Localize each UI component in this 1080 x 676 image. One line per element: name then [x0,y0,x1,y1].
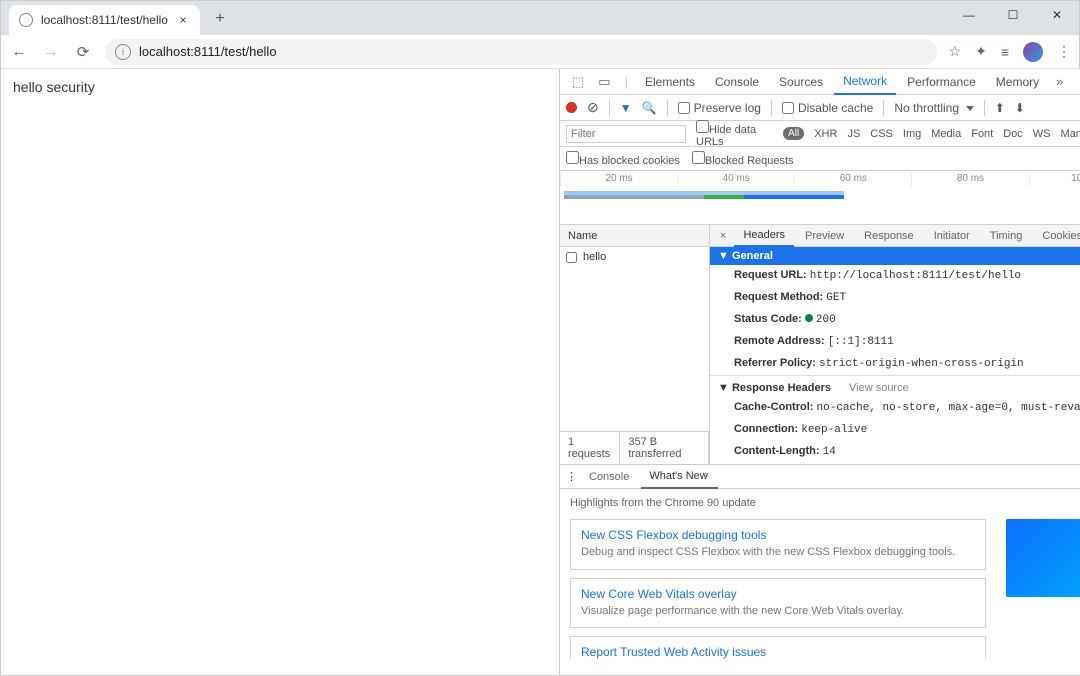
devtools-panel: ⬚ ▭ | Elements Console Sources Network P… [559,69,1080,675]
address-bar: ← → ⟳ i localhost:8111/test/hello ☆ ✦ ≡ … [1,35,1079,69]
general-section[interactable]: ▼ General [710,247,1080,265]
detail-tab-initiator[interactable]: Initiator [925,225,979,247]
response-headers-section[interactable]: ▼ Response HeadersView source [710,375,1080,397]
request-row[interactable]: hello [560,247,709,267]
tab-memory[interactable]: Memory [987,69,1048,95]
page-content: hello security [1,69,559,675]
extensions-icon[interactable]: ✦ [975,43,987,60]
maximize-button[interactable]: ☐ [991,1,1035,29]
news-card[interactable]: New CSS Flexbox debugging tools Debug an… [570,519,986,569]
tab-performance[interactable]: Performance [898,69,985,95]
tab-network[interactable]: Network [834,69,896,95]
search-icon[interactable]: 🔍 [642,101,657,115]
forward-button[interactable]: → [41,43,61,60]
device-icon[interactable]: ▭ [592,74,616,90]
reading-list-icon[interactable]: ≡ [1001,44,1009,60]
page-text: hello security [13,79,95,95]
menu-icon[interactable]: ⋮ [1057,43,1071,60]
reload-button[interactable]: ⟳ [73,43,93,61]
filter-icon[interactable]: ▼ [620,101,632,115]
close-tab-icon[interactable]: × [176,13,190,27]
detail-tab-preview[interactable]: Preview [796,225,853,247]
highlights-title: Highlights from the Chrome 90 update [570,497,1080,509]
upload-har-icon[interactable]: ⬆ [995,101,1005,115]
star-icon[interactable]: ☆ [949,43,962,60]
tab-sources[interactable]: Sources [770,69,832,95]
status-dot-icon [805,314,813,322]
filter-media[interactable]: Media [931,128,961,140]
filter-bar: Hide data URLs All XHR JS CSS Img Media … [560,121,1080,147]
filter-all[interactable]: All [783,127,804,140]
request-detail: × Headers Preview Response Initiator Tim… [710,225,1080,464]
devtools-drawer: ⋮ Console What's New × × Highlights from… [560,464,1080,675]
detail-tab-headers[interactable]: Headers [734,225,794,247]
blocked-cookies-checkbox[interactable]: Has blocked cookies [566,151,680,167]
detail-tab-cookies[interactable]: Cookies [1033,225,1080,247]
video-thumbnail[interactable] [1006,519,1080,597]
detail-tab-response[interactable]: Response [855,225,923,247]
reqlist-header[interactable]: Name [560,225,709,247]
disable-cache-checkbox[interactable]: Disable cache [782,101,873,115]
record-button[interactable] [566,102,577,113]
filter-js[interactable]: JS [847,128,860,140]
more-tabs-icon[interactable]: » [1050,74,1069,89]
profile-avatar[interactable] [1023,42,1043,62]
hide-data-urls-checkbox[interactable]: Hide data URLs [696,120,773,148]
detail-tab-timing[interactable]: Timing [981,225,1032,247]
filter-doc[interactable]: Doc [1003,128,1023,140]
watermark: @51CTO博客 [1037,620,1080,637]
clear-icon[interactable]: ⊘ [587,99,599,116]
filter-xhr[interactable]: XHR [814,128,837,140]
close-detail-icon[interactable]: × [714,230,732,242]
minimize-button[interactable]: — [947,1,991,29]
browser-tab[interactable]: ◌ localhost:8111/test/hello × [9,5,200,35]
url-field[interactable]: i localhost:8111/test/hello [105,39,937,65]
back-button[interactable]: ← [9,43,29,60]
site-info-icon[interactable]: i [115,44,131,60]
blocked-requests-checkbox[interactable]: Blocked Requests [692,151,794,167]
news-card[interactable]: New Core Web Vitals overlay Visualize pa… [570,578,986,628]
globe-icon: ◌ [19,13,33,27]
drawer-menu-icon[interactable]: ⋮ [566,470,577,483]
filter-ws[interactable]: WS [1033,128,1051,140]
filter-input[interactable] [566,125,686,143]
reqlist-footer: 1 requests 357 B transferred [560,431,709,464]
close-window-button[interactable]: ✕ [1035,1,1079,29]
filter-manifest[interactable]: Manifest [1061,128,1080,140]
inspect-icon[interactable]: ⬚ [566,74,590,90]
tab-elements[interactable]: Elements [636,69,704,95]
network-timeline[interactable]: 20 ms 40 ms 60 ms 80 ms 100 ms [560,171,1080,225]
filter-css[interactable]: CSS [870,128,893,140]
preserve-log-checkbox[interactable]: Preserve log [678,101,761,115]
request-checkbox[interactable] [566,252,577,263]
settings-icon[interactable]: ⚙ [1073,74,1080,90]
devtools-tabs: ⬚ ▭ | Elements Console Sources Network P… [560,69,1080,95]
new-tab-button[interactable]: + [206,5,234,33]
drawer-tab-console[interactable]: Console [581,465,637,489]
download-har-icon[interactable]: ⬇ [1015,101,1025,115]
filter-img[interactable]: Img [903,128,921,140]
news-card[interactable]: Report Trusted Web Activity issues [570,636,986,659]
window-controls: — ☐ ✕ [947,1,1079,29]
tab-title: localhost:8111/test/hello [41,13,168,27]
network-toolbar: ⊘ ▼ 🔍 Preserve log Disable cache No thro… [560,95,1080,121]
tab-console[interactable]: Console [706,69,768,95]
browser-tabbar: ◌ localhost:8111/test/hello × + — ☐ ✕ [1,1,1079,35]
drawer-tab-whatsnew[interactable]: What's New × [641,465,717,489]
request-list: Name hello 1 requests 357 B transferred [560,225,710,464]
filter-font[interactable]: Font [971,128,993,140]
throttling-select[interactable]: No throttling [894,101,973,115]
url-text: localhost:8111/test/hello [139,44,277,59]
